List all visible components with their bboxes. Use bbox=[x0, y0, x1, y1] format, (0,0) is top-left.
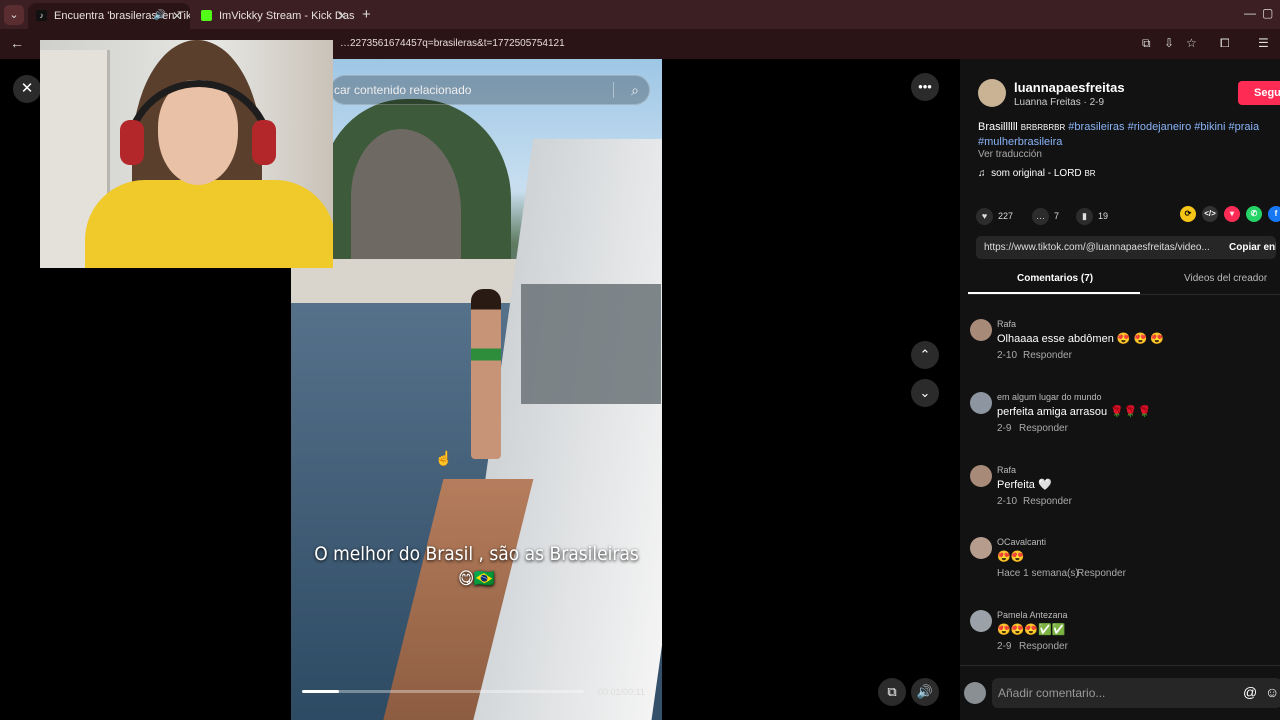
tab-label: ImVickky Stream - Kick Dashbo bbox=[219, 10, 355, 22]
avatar[interactable] bbox=[970, 319, 992, 341]
caption-emoji: 😋🇧🇷 bbox=[457, 569, 496, 589]
hashtag[interactable]: #brasileiras bbox=[1068, 121, 1124, 133]
comment-icon: … bbox=[1032, 208, 1049, 225]
copy-link-button[interactable]: Copiar enla bbox=[1229, 236, 1276, 259]
tab-comments[interactable]: Comentarios (7) bbox=[1017, 273, 1093, 284]
emoji-icon[interactable]: ☺ bbox=[1265, 684, 1279, 700]
hashtag[interactable]: #riodejaneiro bbox=[1128, 121, 1192, 133]
extensions-icon[interactable]: ⧠ bbox=[1220, 36, 1230, 51]
username[interactable]: luannapaesfreitas bbox=[1014, 80, 1125, 95]
heart-icon: ♥ bbox=[976, 208, 993, 225]
comment-count[interactable]: … 7 bbox=[1032, 208, 1059, 225]
reply-button[interactable]: Responder bbox=[1023, 350, 1072, 361]
caption-line: O melhor do Brasil , são as Brasileiras bbox=[314, 543, 639, 565]
avatar[interactable] bbox=[970, 610, 992, 632]
kick-favicon-icon bbox=[201, 10, 212, 21]
video-time: 00:01/00:11 bbox=[598, 687, 645, 697]
facebook-icon[interactable]: f bbox=[1268, 206, 1280, 222]
url-text[interactable]: …2273561674457q=brasileras&t=17725057541… bbox=[340, 38, 565, 49]
like-count[interactable]: ♥ 227 bbox=[976, 208, 1013, 225]
repost-icon[interactable]: ⟳ bbox=[1180, 206, 1196, 222]
avatar[interactable] bbox=[978, 79, 1006, 107]
follow-button[interactable]: Segu bbox=[1238, 81, 1280, 105]
browser-tab-strip: ⌄ ♪ Encuentra 'brasileras' en Tik 🔊 ✕ Im… bbox=[0, 0, 1280, 29]
post-description: Brasillllll BRBRBRBR #brasileiras #riode… bbox=[978, 121, 1260, 148]
see-translation-link[interactable]: Ver traducción bbox=[978, 149, 1042, 160]
save-count[interactable]: ▮ 19 bbox=[1076, 208, 1108, 225]
speaker-icon[interactable]: 🔊 bbox=[154, 3, 166, 29]
tab-search-button[interactable]: ⌄ bbox=[4, 5, 24, 25]
maximize-icon[interactable]: ▢ bbox=[1262, 6, 1273, 20]
tab-creator-videos[interactable]: Videos del creador bbox=[1184, 273, 1267, 284]
reply-button[interactable]: Responder bbox=[1023, 496, 1072, 507]
reply-button[interactable]: Responder bbox=[1019, 423, 1068, 434]
avatar bbox=[964, 682, 986, 704]
mouse-cursor-icon: ☝ bbox=[435, 450, 453, 466]
bookmark-star-icon[interactable]: ☆ bbox=[1186, 36, 1197, 50]
translate-icon[interactable]: ⧉ bbox=[1142, 36, 1151, 51]
music-note-icon: ♫ bbox=[978, 168, 992, 179]
avatar[interactable] bbox=[970, 537, 992, 559]
avatar[interactable] bbox=[970, 392, 992, 414]
more-options-icon[interactable]: ••• bbox=[911, 73, 939, 101]
reply-button[interactable]: Responder bbox=[1019, 641, 1068, 652]
tab-kick[interactable]: ImVickky Stream - Kick Dashbo ✕ bbox=[193, 3, 355, 29]
sound-link[interactable]: ♫ som original - LORD BR bbox=[978, 168, 1096, 179]
back-icon[interactable]: ← bbox=[10, 35, 24, 51]
volume-icon[interactable]: 🔊 bbox=[911, 678, 939, 706]
close-icon[interactable]: ✕ bbox=[13, 75, 41, 103]
reply-button[interactable]: Responder bbox=[1077, 568, 1126, 579]
new-tab-icon[interactable]: + bbox=[362, 6, 371, 23]
avatar[interactable] bbox=[970, 465, 992, 487]
profile-menu-icon[interactable]: ☰ bbox=[1258, 36, 1269, 50]
hashtag[interactable]: #mulherbrasileira bbox=[978, 136, 1062, 148]
active-tab-indicator bbox=[968, 292, 1140, 294]
hashtag[interactable]: #praia bbox=[1229, 121, 1260, 133]
related-search-input[interactable]: car contenido relacionado ⌕ bbox=[330, 75, 650, 105]
share-link-field[interactable]: https://www.tiktok.com/@luannapaesfreita… bbox=[976, 236, 1276, 259]
close-tab-icon[interactable]: ✕ bbox=[172, 3, 182, 29]
video-caption: O melhor do Brasil , são as Brasileiras … bbox=[291, 543, 662, 589]
streamer-webcam bbox=[40, 40, 333, 268]
add-comment-bar: Añadir comentario... @ ☺ bbox=[960, 665, 1280, 720]
search-icon[interactable]: ⌕ bbox=[631, 76, 639, 104]
mini-player-icon[interactable]: ⧉ bbox=[878, 678, 906, 706]
display-name-date: Luanna Freitas · 2-9 bbox=[1014, 97, 1105, 108]
comment-input[interactable]: Añadir comentario... bbox=[992, 678, 1280, 708]
search-placeholder: car contenido relacionado bbox=[334, 83, 472, 97]
close-tab-icon[interactable]: ✕ bbox=[337, 3, 347, 29]
install-icon[interactable]: ⇩ bbox=[1164, 36, 1174, 50]
hashtag[interactable]: #bikini bbox=[1194, 121, 1225, 133]
previous-video-icon[interactable]: ⌃ bbox=[911, 341, 939, 369]
embed-icon[interactable]: </> bbox=[1202, 206, 1218, 222]
person-figure bbox=[471, 289, 501, 459]
tiktok-favicon-icon: ♪ bbox=[36, 10, 47, 21]
next-video-icon[interactable]: ⌄ bbox=[911, 379, 939, 407]
progress-fill bbox=[302, 690, 339, 693]
tab-label: Encuentra 'brasileras' en Tik bbox=[54, 10, 190, 22]
video-progress-bar[interactable] bbox=[302, 690, 584, 693]
send-icon[interactable]: ▾ bbox=[1224, 206, 1240, 222]
video-player[interactable] bbox=[291, 59, 662, 720]
minimize-icon[interactable]: — bbox=[1244, 6, 1256, 20]
tab-tiktok[interactable]: ♪ Encuentra 'brasileras' en Tik 🔊 ✕ bbox=[28, 3, 190, 29]
mention-icon[interactable]: @ bbox=[1243, 684, 1257, 700]
bookmark-icon: ▮ bbox=[1076, 208, 1093, 225]
whatsapp-icon[interactable]: ✆ bbox=[1246, 206, 1262, 222]
